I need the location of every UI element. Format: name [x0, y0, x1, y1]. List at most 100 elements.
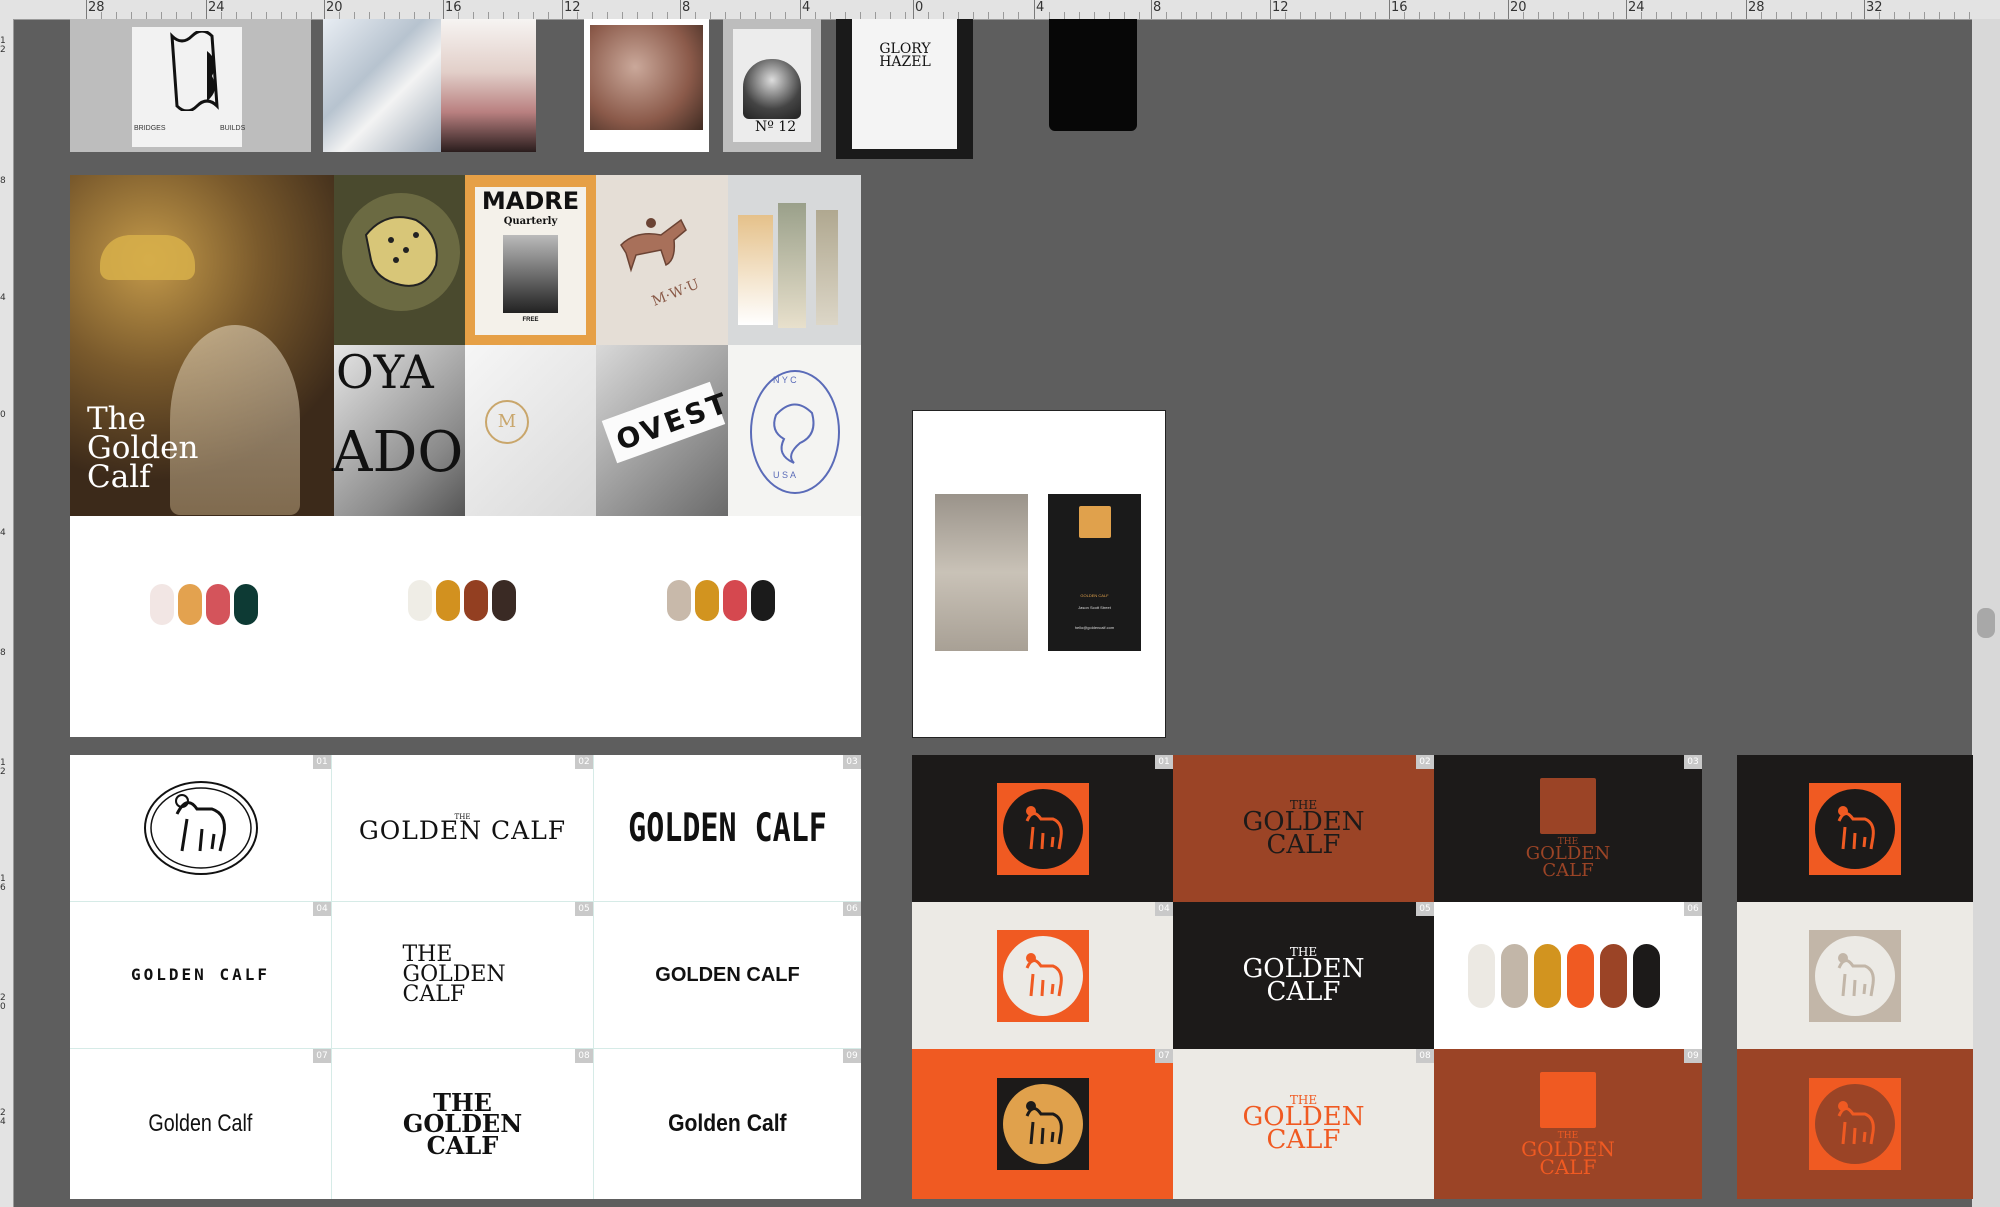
ruler-minor-tick [577, 12, 578, 19]
ruler-minor-tick [1094, 12, 1095, 19]
ruler-minor-tick [1598, 12, 1599, 19]
ruler-minor-tick [740, 12, 741, 19]
mark-cell[interactable] [1737, 755, 1973, 902]
ruler-minor-tick [988, 12, 989, 19]
logo-cell[interactable]: Golden Calf 09 [594, 1049, 861, 1199]
ruler-minor-tick [1360, 12, 1361, 19]
ruler-minor-tick [1226, 12, 1227, 19]
cell-number: 05 [575, 902, 593, 916]
ref-thumb-unlaced[interactable] [323, 19, 441, 152]
ruler-tick [800, 0, 801, 19]
ref-thumb-bridges[interactable]: BRIDGES BUILDS [70, 19, 311, 152]
ruler-minor-tick [1434, 12, 1435, 19]
ruler-label: 4 [1036, 0, 1045, 15]
calf-mark-icon [1837, 805, 1875, 849]
usa-text: U S A [773, 470, 797, 480]
cell-number: 08 [575, 1049, 593, 1063]
ruler-minor-tick [1954, 12, 1955, 19]
horizontal-ruler[interactable]: 28 24 20 16 12 8 4 0 4 8 12 16 20 24 28 32 [0, 0, 2000, 20]
ruler-minor-tick [1879, 12, 1880, 19]
logo-cell[interactable]: THE GOLDEN CALF 02 [332, 755, 594, 902]
ruler-minor-tick [1909, 12, 1910, 19]
color-grid-artboard[interactable]: 01 THE GOLDEN CALF 02 THE GOLDEN CALF 03… [912, 755, 1702, 1199]
color-cell[interactable]: 06 [1434, 902, 1702, 1049]
cell-number: 02 [575, 755, 593, 769]
ruler-tick [680, 0, 681, 19]
scrollbar-thumb[interactable] [1977, 608, 1995, 638]
ruler-minor-tick [1806, 12, 1807, 19]
ruler-minor-tick [1256, 12, 1257, 19]
logo-cell[interactable]: GOLDEN CALF 03 [594, 755, 861, 902]
ref-thumb-black-card[interactable] [1049, 19, 1137, 131]
cell-number: 01 [1155, 755, 1173, 769]
ruler-minor-tick [1821, 12, 1822, 19]
cell-number: 04 [1155, 902, 1173, 916]
calf-emblem-icon [143, 781, 258, 875]
business-card-artboard[interactable]: GOLDEN CALF Jason Scott Street hello@gol… [912, 410, 1166, 738]
ref-thumb-floral-poster[interactable] [584, 19, 709, 152]
cell-number: 04 [313, 902, 331, 916]
ruler-minor-tick [281, 12, 282, 19]
palette-swatch [667, 580, 691, 621]
ruler-minor-tick [1479, 12, 1480, 19]
ruler-minor-tick [1894, 12, 1895, 19]
mark-variations-artboard[interactable] [1737, 755, 1973, 1199]
palette-swatch [436, 580, 460, 621]
ruler-label: 12 [564, 0, 581, 15]
color-cell[interactable]: 04 [912, 902, 1173, 1049]
ruler-minor-tick [943, 12, 944, 19]
ruler-label: 20 [1510, 0, 1527, 15]
ruler-minor-tick [1538, 12, 1539, 19]
palette-swatch [695, 580, 719, 621]
ruler-label: 16 [445, 0, 462, 15]
madre-quarterly-poster: MADRE Quarterly FREE [465, 175, 596, 345]
ruler-minor-tick [1124, 12, 1125, 19]
brand-swatch [1600, 943, 1627, 1008]
logo-cell[interactable]: 01 [70, 755, 332, 902]
logo-cell[interactable]: Golden Calf 07 [70, 1049, 332, 1199]
logo-cell[interactable]: GOLDEN CALF 04 [70, 902, 332, 1049]
leopard-image [334, 175, 465, 345]
color-cell[interactable]: 07 [912, 1049, 1173, 1199]
nyc-text: N Y C [773, 375, 797, 385]
color-cell[interactable]: THE GOLDEN CALF 02 [1173, 755, 1434, 902]
palette-swatch [723, 580, 747, 621]
ruler-minor-tick [607, 12, 608, 19]
logo-cell[interactable]: THE GOLDEN CALF 08 [332, 1049, 594, 1199]
brand-swatch [1501, 943, 1528, 1008]
ruler-minor-tick [1671, 12, 1672, 19]
palette-swatch [464, 580, 488, 621]
card-back: GOLDEN CALF Jason Scott Street hello@gol… [1048, 494, 1141, 651]
mark-cell[interactable] [1737, 1049, 1973, 1199]
ruler-tick [1034, 0, 1035, 19]
color-cell[interactable]: THE GOLDEN CALF 09 [1434, 1049, 1702, 1199]
logo-wordmark: GOLDEN CALF [655, 964, 800, 986]
palette-swatch [234, 584, 258, 625]
logo-grid-artboard[interactable]: 01 THE GOLDEN CALF 02 GOLDEN CALF 03 GOL… [70, 755, 861, 1199]
ruler-minor-tick [830, 12, 831, 19]
mark-cell[interactable] [1737, 902, 1973, 1049]
ruler-label: 24 [208, 0, 225, 15]
ref-thumb-glove[interactable] [441, 19, 536, 152]
color-cell[interactable]: THE GOLDEN CALF 05 [1173, 902, 1434, 1049]
logo-cell[interactable]: GOLDEN CALF 06 [594, 902, 861, 1049]
ruler-minor-tick [221, 12, 222, 19]
logo-wordmark: GOLDEN CALF [131, 964, 270, 984]
ref-thumb-glory-hazel[interactable]: GLORY HAZEL [836, 19, 973, 159]
hero-title-line: Calf [87, 459, 151, 495]
moodboard-artboard[interactable]: The Golden Calf MADRE Quarterly FREE M·W… [70, 175, 861, 737]
color-cell[interactable]: THE GOLDEN CALF 08 [1173, 1049, 1434, 1199]
ruler-label: 8 [682, 0, 691, 15]
vertical-ruler[interactable]: 1 2 8 4 0 4 8 1 2 1 6 2 0 2 4 [0, 19, 14, 1207]
ruler-minor-tick [1613, 12, 1614, 19]
ruler-minor-tick [785, 12, 786, 19]
brand-swatch [1567, 943, 1594, 1008]
color-cell[interactable]: 01 [912, 755, 1173, 902]
cell-number: 05 [1416, 902, 1434, 916]
logo-cell[interactable]: THE GOLDEN CALF 05 [332, 902, 594, 1049]
ref-thumb-portrait-no12[interactable]: Nº 12 [723, 19, 821, 152]
ruler-label: 1 2 [0, 36, 6, 55]
ruler-minor-tick [1330, 12, 1331, 19]
ruler-minor-tick [1079, 12, 1080, 19]
color-cell[interactable]: THE GOLDEN CALF 03 [1434, 755, 1702, 902]
